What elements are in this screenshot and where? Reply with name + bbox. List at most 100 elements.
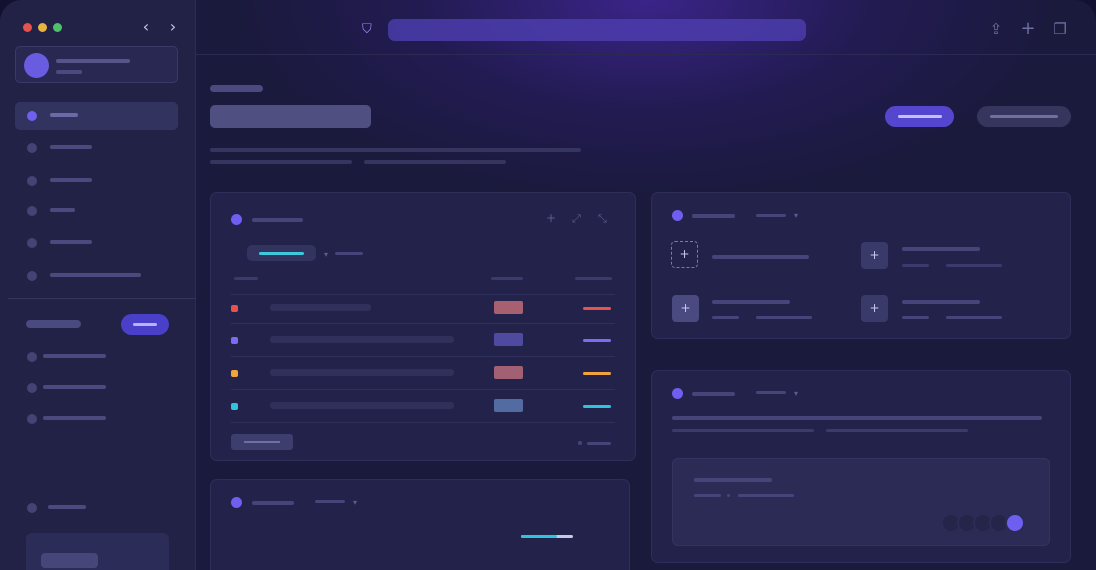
card-title [692, 214, 735, 218]
sidebar-item-label [50, 145, 92, 149]
inner-card-meta [738, 494, 794, 497]
row-divider [231, 294, 615, 295]
expand-icon[interactable]: ⤢ [572, 213, 581, 224]
avatar [1005, 513, 1025, 533]
maximize-window-button[interactable] [53, 23, 62, 32]
action-meta [946, 316, 1002, 319]
secondary-button[interactable] [977, 106, 1071, 127]
action-meta [902, 316, 929, 319]
row-status-bar [583, 372, 611, 375]
chevron-down-icon[interactable]: ▾ [794, 388, 798, 399]
action-title [712, 255, 809, 259]
detail-description-line [672, 416, 1042, 420]
filter-chip-label [259, 252, 304, 255]
table-footer-button-label [244, 441, 280, 443]
nav-icon [27, 352, 37, 362]
table-card: + ⤢ ⤡ ▾ [210, 192, 636, 461]
nav-icon [27, 271, 37, 281]
row-name [270, 369, 454, 376]
plus-icon: + [671, 241, 698, 268]
card-dropdown[interactable] [756, 391, 786, 394]
sidebar-item-label [50, 240, 92, 244]
sort-label[interactable] [335, 252, 363, 255]
row-divider [231, 422, 615, 423]
breadcrumb[interactable] [210, 85, 263, 92]
sidebar-item-label [50, 113, 78, 117]
nav-icon [27, 414, 37, 424]
sidebar-item-5[interactable] [15, 229, 178, 257]
chevron-down-icon[interactable]: ▾ [794, 210, 798, 221]
nav-icon [27, 143, 37, 153]
sidebar-item-3[interactable] [15, 167, 178, 195]
collapse-icon[interactable]: ⤡ [598, 213, 607, 224]
page-description-line [364, 160, 506, 164]
card-icon [672, 210, 683, 221]
sidebar-item-6[interactable] [15, 262, 178, 290]
sidebar-item-2[interactable] [15, 134, 178, 162]
row-color-swatch [231, 337, 238, 344]
address-bar[interactable] [388, 19, 806, 41]
row-color-swatch [231, 403, 238, 410]
row-name [270, 336, 454, 343]
progress-fill [521, 535, 558, 538]
dot-icon [727, 494, 730, 497]
card-icon [231, 214, 242, 225]
minimize-window-button[interactable] [38, 23, 47, 32]
chevron-left-icon[interactable]: ‹ [136, 17, 156, 37]
action-meta [946, 264, 1002, 267]
sidebar-item-label [50, 178, 92, 182]
plus-icon[interactable]: + [1019, 20, 1037, 38]
sidebar-section-item-1[interactable] [15, 343, 178, 371]
action-title [712, 300, 790, 304]
detail-description-line [672, 429, 814, 432]
sidebar-item-label [48, 505, 86, 509]
sidebar-section-item-2[interactable] [15, 374, 178, 402]
profile-card[interactable] [15, 46, 178, 83]
avatar [24, 53, 49, 78]
card-dropdown[interactable] [315, 500, 345, 503]
chevron-down-icon[interactable]: ▾ [353, 497, 357, 508]
row-color-swatch [231, 305, 238, 312]
profile-subtitle [56, 70, 82, 74]
bottom-left-card: ▾ [210, 479, 630, 570]
sidebar-item-1[interactable] [15, 102, 178, 130]
card-dropdown[interactable] [756, 214, 786, 217]
section-add-button[interactable] [121, 314, 169, 335]
table-footer-button[interactable] [231, 434, 293, 450]
sidebar-item-4[interactable] [15, 197, 178, 225]
nav-icon [27, 383, 37, 393]
sidebar-item-label [43, 416, 106, 420]
shield-icon: ⛉ [362, 22, 372, 37]
nav-icon [27, 503, 37, 513]
detail-card: ▾ [651, 370, 1071, 563]
share-icon[interactable]: ⇪ [987, 20, 1005, 38]
chevron-right-icon[interactable]: › [163, 17, 183, 37]
filter-chip[interactable] [247, 245, 316, 261]
column-header [234, 277, 258, 280]
column-header [491, 277, 523, 280]
action-title [902, 300, 980, 304]
table-footer-link[interactable] [587, 442, 611, 445]
sidebar-section-item-3[interactable] [15, 405, 178, 433]
plus-icon: + [672, 295, 699, 322]
row-name [270, 304, 371, 311]
detail-inner-card[interactable] [672, 458, 1050, 546]
chevron-down-icon[interactable]: ▾ [324, 249, 328, 260]
primary-button[interactable] [885, 106, 954, 127]
plus-icon[interactable]: + [546, 212, 556, 224]
dot-icon [578, 441, 582, 445]
inner-card-meta [694, 494, 721, 497]
browser-window: ‹ › ⛉ ⇪ + ❐ + ⤢ ⤡ ▾ ▾ ▾ + + + + ▾ [0, 0, 1096, 570]
detail-description-line [826, 429, 968, 432]
row-badge [494, 333, 523, 346]
row-divider [231, 356, 615, 357]
plus-icon: + [861, 295, 888, 322]
sidebar-bottom-item[interactable] [15, 494, 178, 522]
sidebar-bottom-card [26, 533, 169, 570]
action-meta [756, 316, 812, 319]
sidebar-bottom-card-button[interactable] [41, 553, 98, 568]
action-meta [712, 316, 739, 319]
close-window-button[interactable] [23, 23, 32, 32]
profile-name [56, 59, 130, 63]
copy-icon[interactable]: ❐ [1051, 20, 1069, 38]
